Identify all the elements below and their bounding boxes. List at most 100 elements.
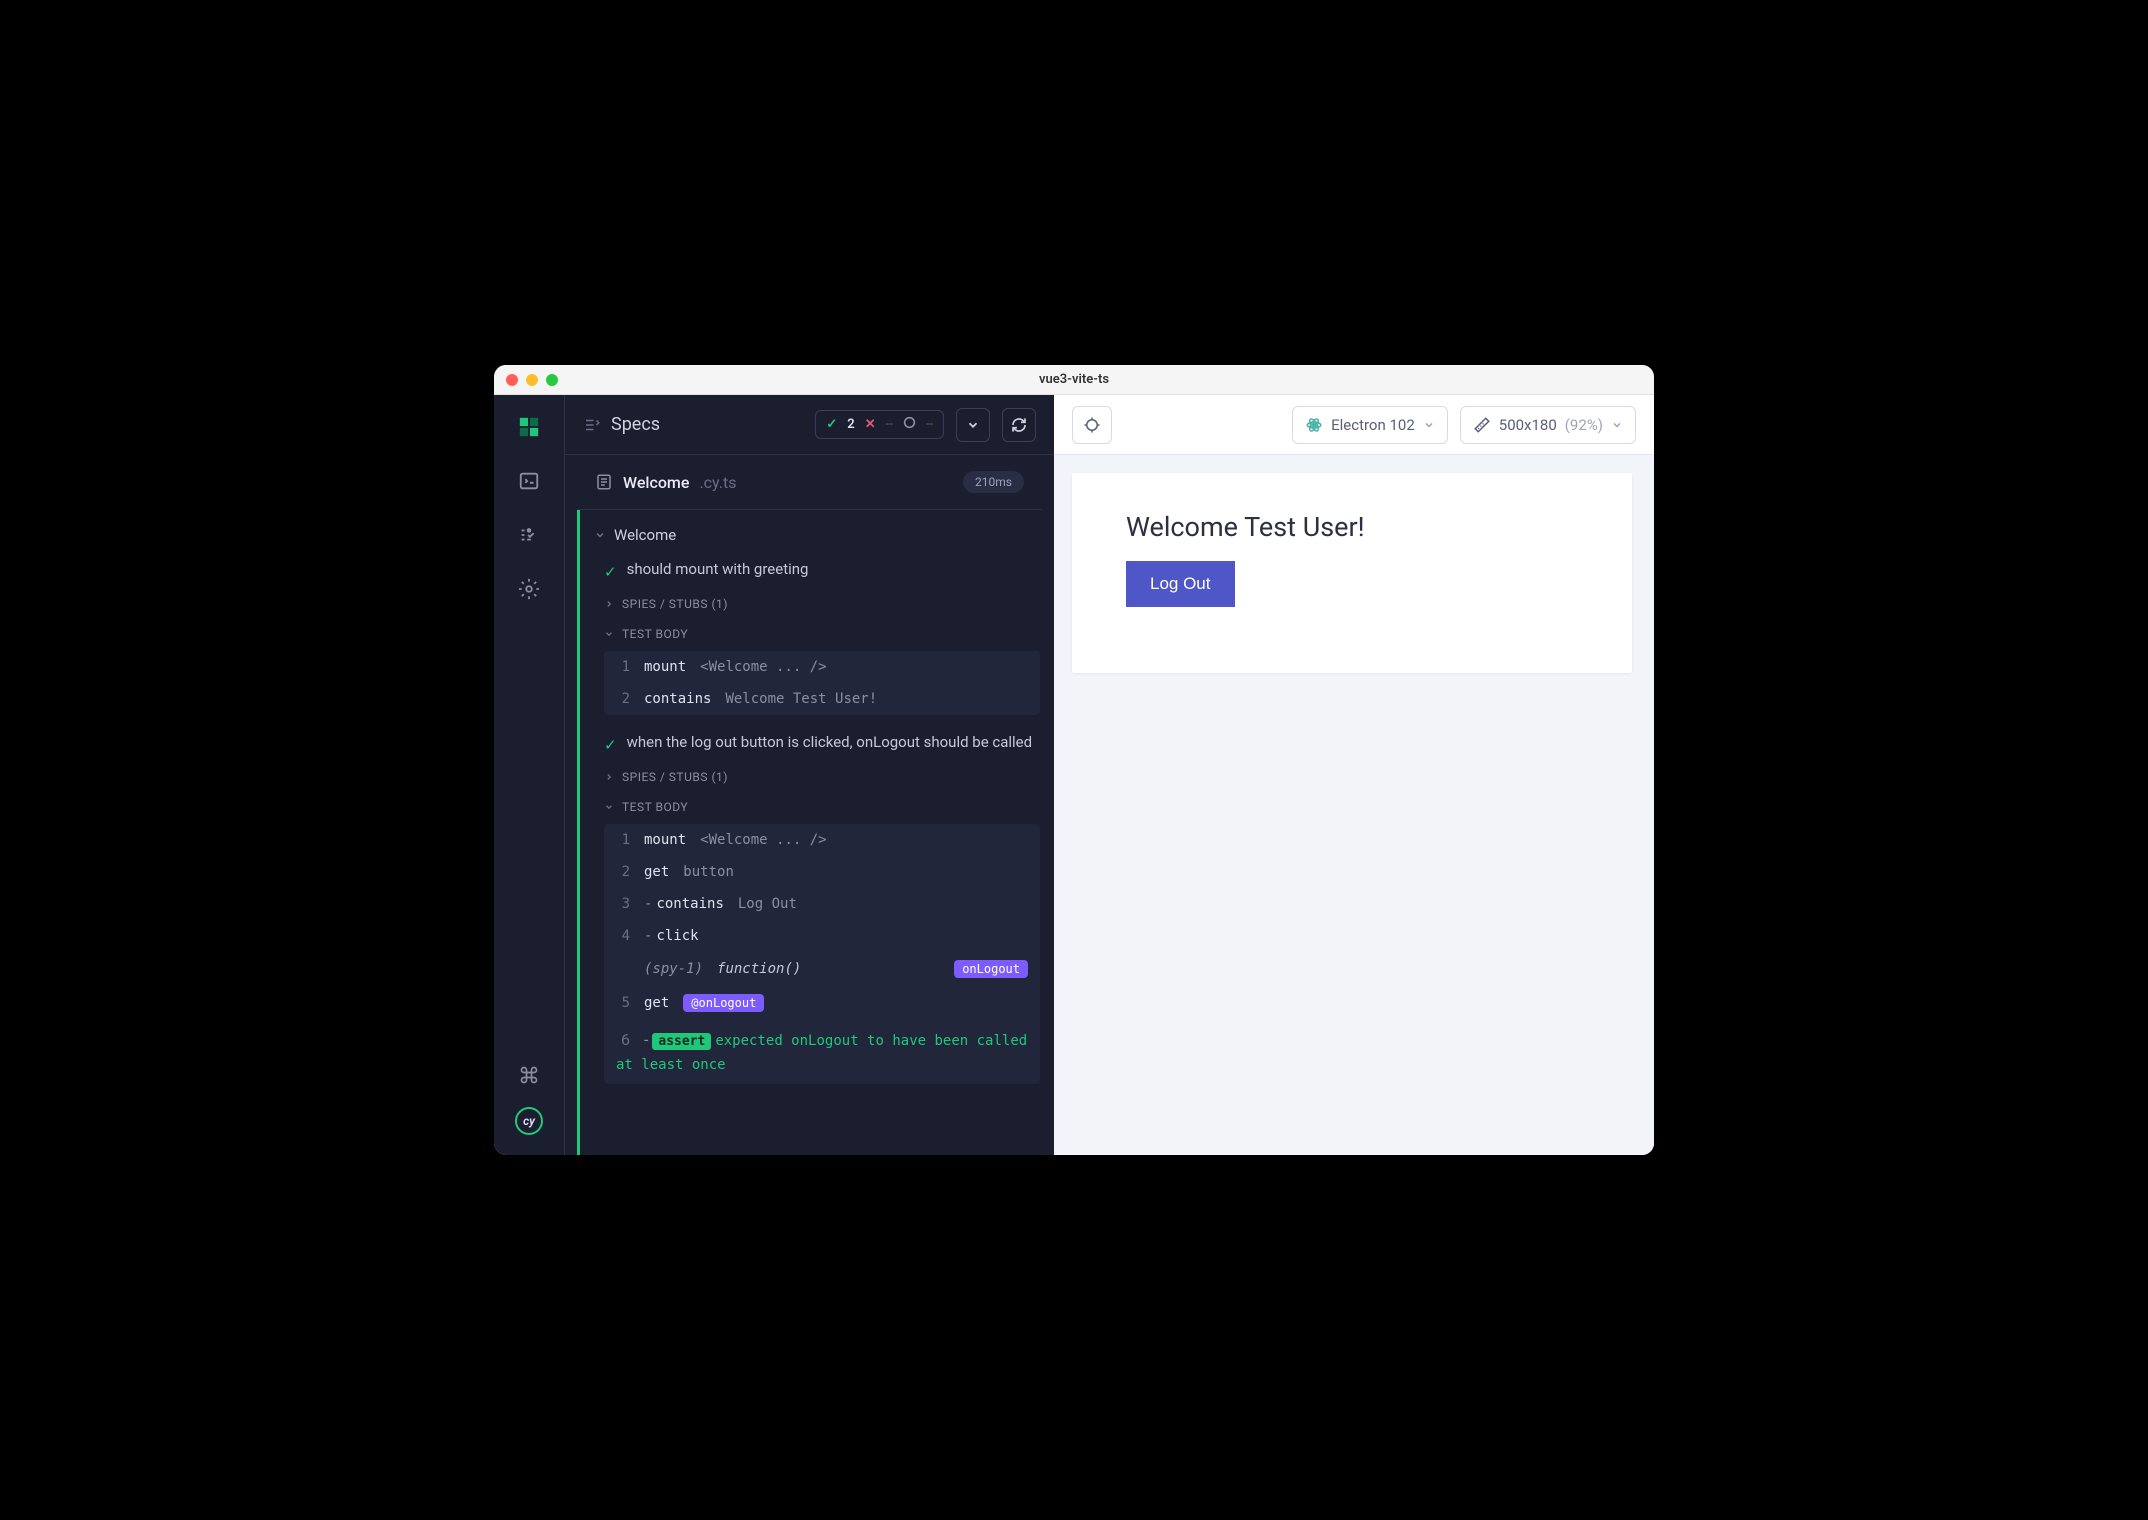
command-func: function() xyxy=(717,961,801,977)
section-label: SPIES / STUBS (1) xyxy=(622,597,728,611)
alias-pill: @onLogout xyxy=(683,994,764,1012)
app-body: cy Specs ✓ 2 ✕ -- -- xyxy=(494,395,1654,1155)
test-row[interactable]: ✓ should mount with greeting xyxy=(580,552,1054,589)
cypress-badge-text: cy xyxy=(523,1114,535,1128)
reporter-header: Specs ✓ 2 ✕ -- -- xyxy=(565,395,1054,455)
pass-count: 2 xyxy=(847,417,854,432)
options-dropdown-button[interactable] xyxy=(956,408,990,442)
chevron-down-icon xyxy=(604,629,614,639)
command-number: 2 xyxy=(616,691,630,707)
command-row[interactable]: (spy-1) function() onLogout xyxy=(604,952,1040,986)
command-row[interactable]: 1 mount <Welcome ... /> xyxy=(604,824,1040,856)
command-number: 4 xyxy=(616,928,630,944)
chevron-right-icon xyxy=(604,772,614,782)
runs-nav-icon[interactable] xyxy=(517,523,541,547)
crosshair-icon xyxy=(1083,416,1101,434)
logout-button[interactable]: Log Out xyxy=(1126,561,1235,607)
command-arg: Log Out xyxy=(738,896,797,912)
chevron-down-icon xyxy=(1611,419,1623,431)
fail-x-icon: ✕ xyxy=(865,417,876,432)
check-icon: ✓ xyxy=(604,736,617,754)
command-row[interactable]: 3 - contains Log Out xyxy=(604,888,1040,920)
test-tree[interactable]: Welcome ✓ should mount with greeting SPI… xyxy=(577,510,1054,1155)
command-block: 1 mount <Welcome ... /> 2 contains Welco… xyxy=(604,651,1040,715)
browser-selector-button[interactable]: Electron 102 xyxy=(1292,406,1448,444)
command-arg: <Welcome ... /> xyxy=(700,659,826,675)
command-block: 1 mount <Welcome ... /> 2 get button 3 -… xyxy=(604,824,1040,1084)
spec-title-row[interactable]: Welcome.cy.ts 210ms xyxy=(577,455,1042,510)
command-row[interactable]: 4 - click xyxy=(604,920,1040,952)
app-under-test: Welcome Test User! Log Out xyxy=(1072,473,1632,673)
command-number: 2 xyxy=(616,864,630,880)
section-label: SPIES / STUBS (1) xyxy=(622,770,728,784)
specs-nav-icon[interactable] xyxy=(517,469,541,493)
app-window: vue3-vite-ts cy xyxy=(494,365,1654,1155)
command-name: click xyxy=(656,928,698,944)
welcome-heading: Welcome Test User! xyxy=(1126,511,1578,543)
command-arg: Welcome Test User! xyxy=(725,691,877,707)
selector-playground-button[interactable] xyxy=(1072,406,1112,444)
command-number xyxy=(616,961,630,977)
section-row-spies[interactable]: SPIES / STUBS (1) xyxy=(580,589,1054,619)
command-row[interactable]: 1 mount <Welcome ... /> xyxy=(604,651,1040,683)
section-label: TEST BODY xyxy=(622,800,688,814)
chevron-right-icon xyxy=(604,599,614,609)
pending-icon xyxy=(903,416,916,433)
spec-duration: 210ms xyxy=(963,471,1024,493)
pending-count: -- xyxy=(926,417,933,432)
command-dash: - xyxy=(644,928,652,944)
ruler-icon xyxy=(1473,416,1491,434)
keyboard-shortcuts-icon[interactable] xyxy=(517,1063,541,1087)
command-row[interactable]: 5 get @onLogout xyxy=(604,986,1040,1020)
traffic-lights xyxy=(494,374,558,386)
check-icon: ✓ xyxy=(604,563,617,581)
section-row-body[interactable]: TEST BODY xyxy=(580,792,1054,822)
test-stats: ✓ 2 ✕ -- -- xyxy=(815,410,944,439)
command-name: get xyxy=(644,995,669,1011)
rerun-button[interactable] xyxy=(1002,408,1036,442)
section-row-body[interactable]: TEST BODY xyxy=(580,619,1054,649)
test-title: when the log out button is clicked, onLo… xyxy=(627,733,1033,751)
settings-nav-icon[interactable] xyxy=(517,577,541,601)
command-name: mount xyxy=(644,832,686,848)
specs-label-text: Specs xyxy=(611,414,660,435)
command-dash: - xyxy=(644,896,652,912)
electron-icon xyxy=(1305,416,1323,434)
expand-specs-icon xyxy=(583,416,601,434)
command-name: contains xyxy=(656,896,723,912)
alias-pill: onLogout xyxy=(954,960,1028,978)
suite-row[interactable]: Welcome xyxy=(580,518,1054,552)
nav-rail: cy xyxy=(494,395,564,1155)
aut-container: Welcome Test User! Log Out xyxy=(1054,455,1654,1155)
command-number: 6 xyxy=(616,1028,630,1052)
cypress-logo-icon[interactable] xyxy=(517,415,541,439)
chevron-down-icon xyxy=(1423,419,1435,431)
command-number: 1 xyxy=(616,832,630,848)
suite-name: Welcome xyxy=(614,526,676,544)
command-name: contains xyxy=(644,691,711,707)
section-label: TEST BODY xyxy=(622,627,688,641)
viewport-selector-button[interactable]: 500x180 (92%) xyxy=(1460,406,1636,444)
maximize-window-button[interactable] xyxy=(546,374,558,386)
command-row[interactable]: 2 get button xyxy=(604,856,1040,888)
section-row-spies[interactable]: SPIES / STUBS (1) xyxy=(580,762,1054,792)
command-row[interactable]: 2 contains Welcome Test User! xyxy=(604,683,1040,715)
command-name: get xyxy=(644,864,669,880)
command-arg: <Welcome ... /> xyxy=(700,832,826,848)
window-title: vue3-vite-ts xyxy=(1039,372,1109,387)
cypress-badge-icon[interactable]: cy xyxy=(515,1107,543,1135)
command-number: 5 xyxy=(616,995,630,1011)
refresh-icon xyxy=(1011,417,1027,433)
preview-panel: Electron 102 500x180 (92%) Welcome Test … xyxy=(1054,395,1654,1155)
test-row[interactable]: ✓ when the log out button is clicked, on… xyxy=(580,725,1054,762)
preview-toolbar: Electron 102 500x180 (92%) xyxy=(1054,395,1654,455)
specs-heading[interactable]: Specs xyxy=(583,414,803,435)
command-number: 3 xyxy=(616,896,630,912)
chevron-down-icon xyxy=(604,802,614,812)
close-window-button[interactable] xyxy=(506,374,518,386)
spec-file-ext: .cy.ts xyxy=(699,473,736,492)
pass-check-icon: ✓ xyxy=(826,417,837,432)
command-row-assert[interactable]: 6- assert expected onLogout to have been… xyxy=(604,1020,1040,1084)
minimize-window-button[interactable] xyxy=(526,374,538,386)
command-name: mount xyxy=(644,659,686,675)
